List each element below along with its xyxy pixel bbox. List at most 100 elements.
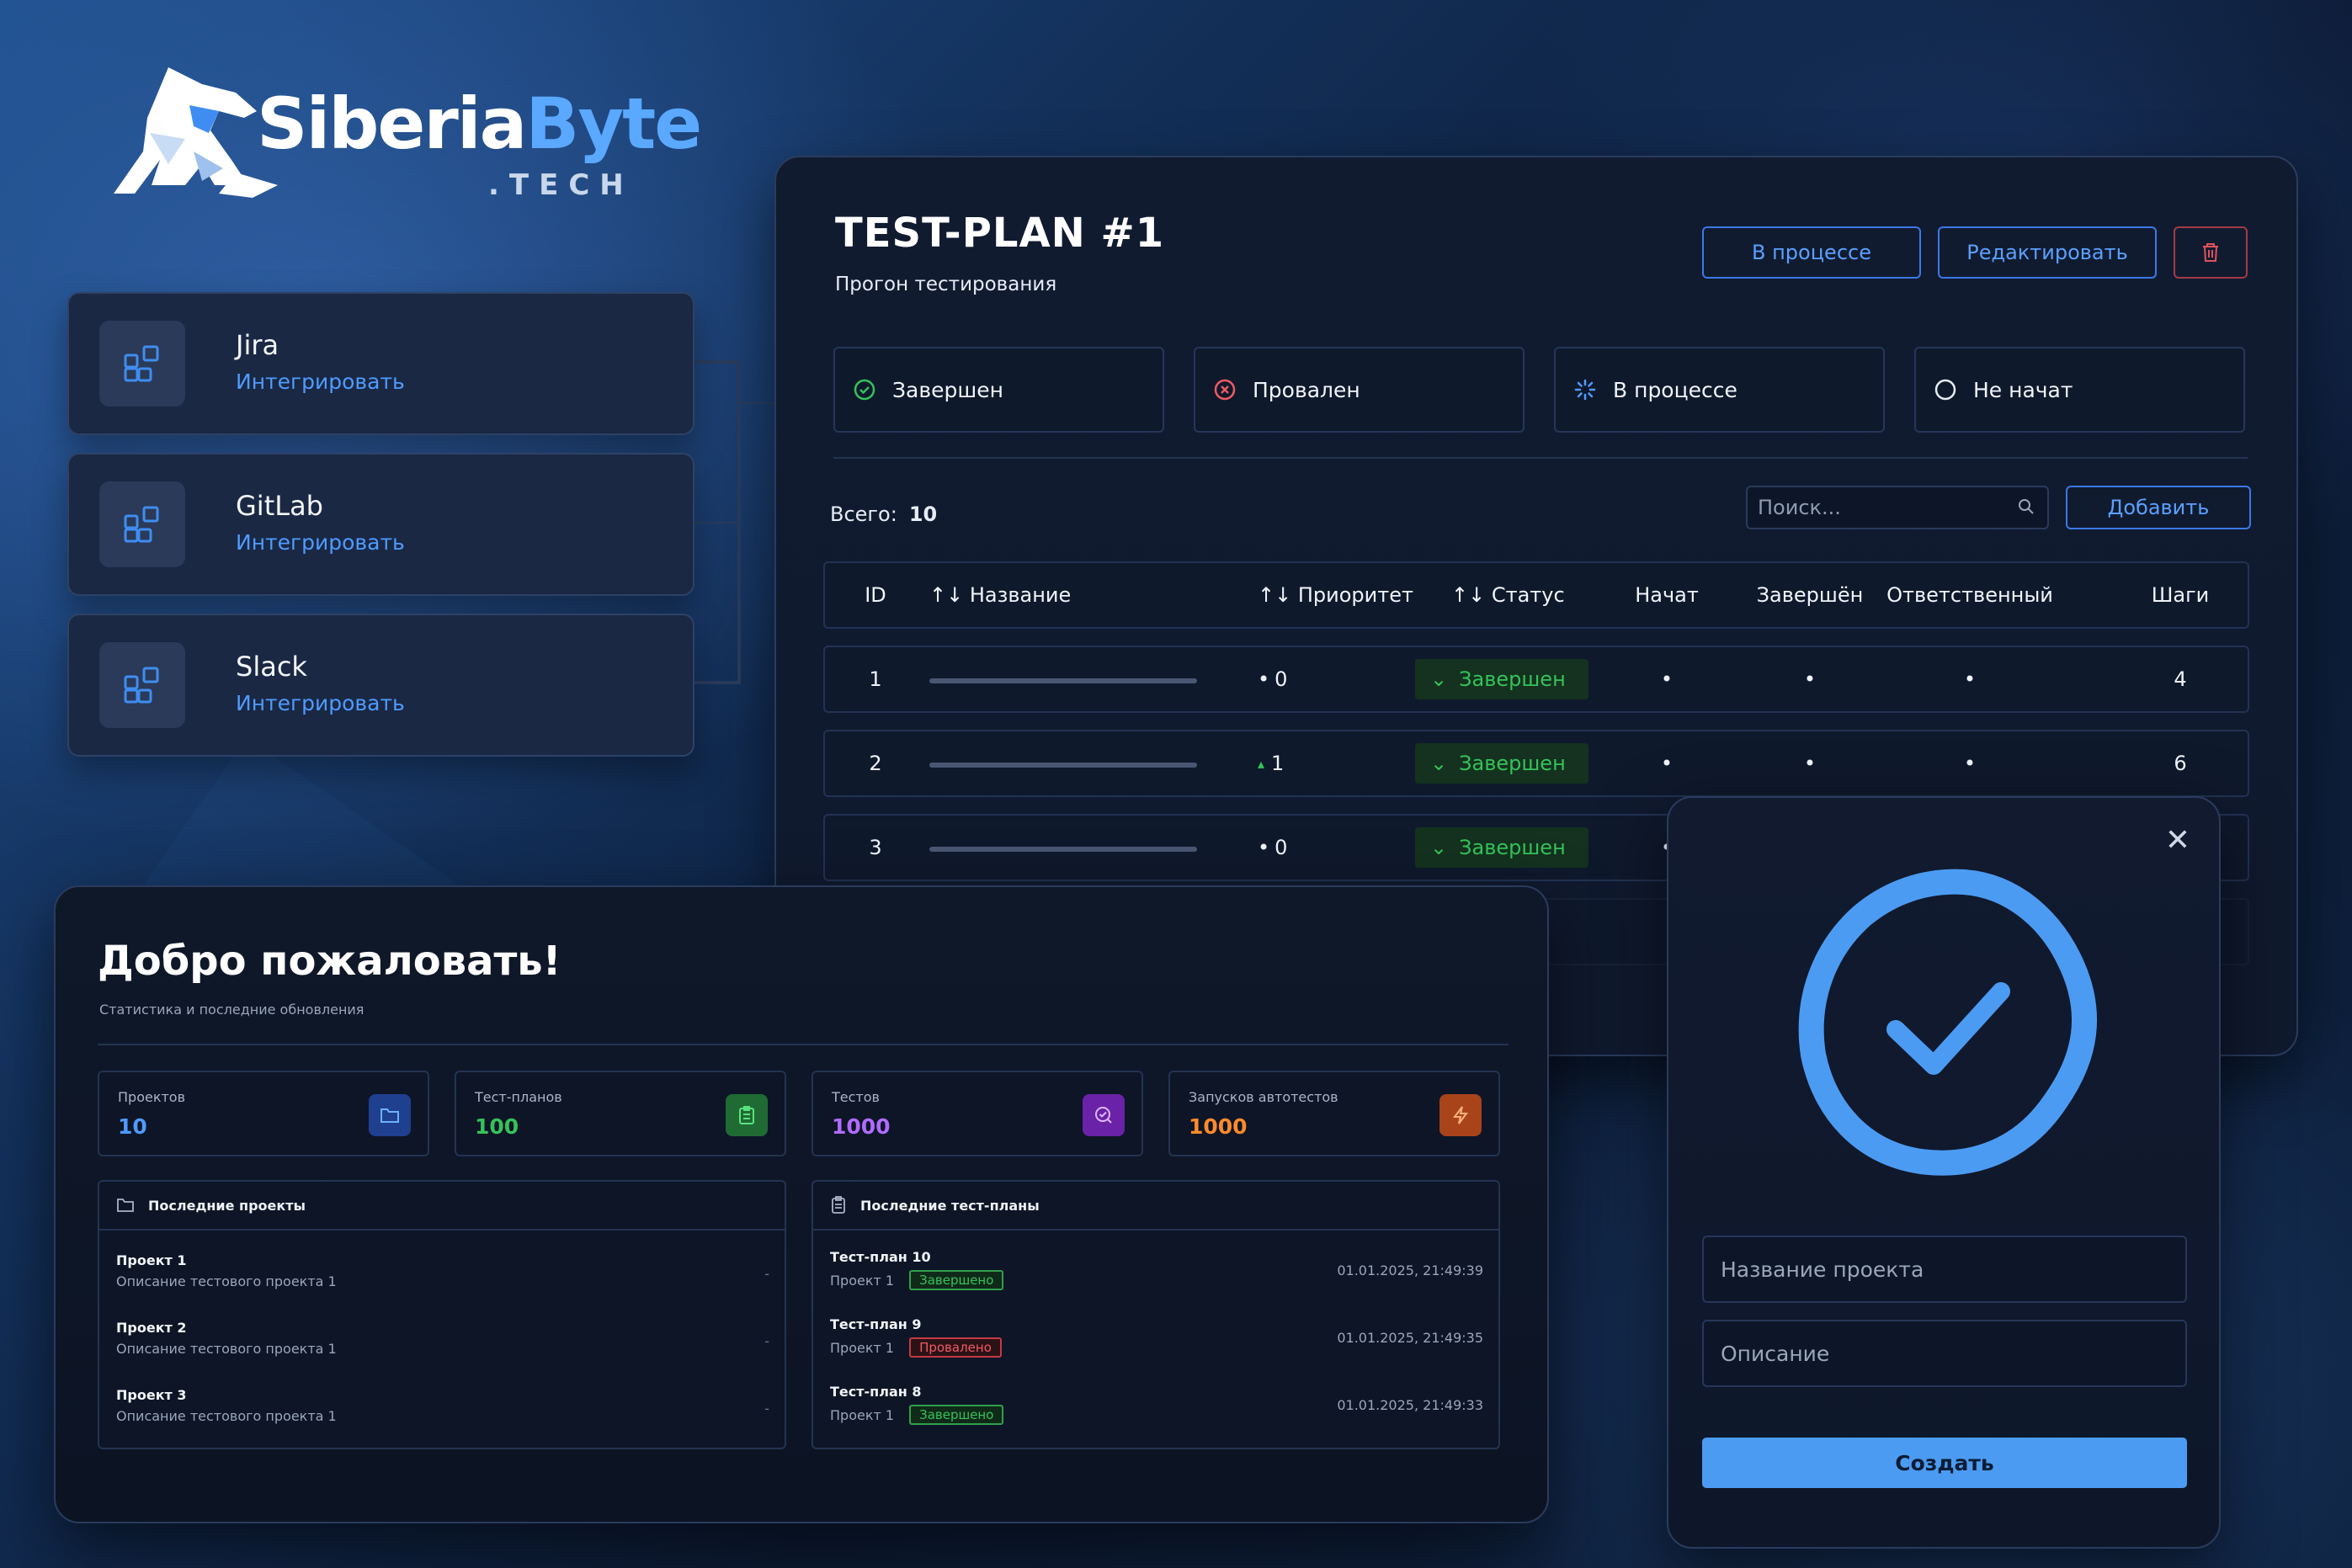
folder-icon (117, 1199, 134, 1212)
empty-circle-icon (1933, 377, 1958, 402)
name-placeholder-bar (929, 847, 1197, 852)
integrate-link[interactable]: Интегрировать (236, 691, 405, 715)
integration-icon-box (99, 481, 185, 567)
lightning-icon (1439, 1094, 1482, 1136)
status-filter-label: Не начат (1973, 377, 2073, 402)
column-header-priority[interactable]: ↑↓ Приоритет (1258, 563, 1434, 627)
row-finished: • (1803, 667, 1817, 691)
dashboard-panel: Добро пожаловать! Статистика и последние… (54, 885, 1549, 1523)
brand-name: SiberiaByte (257, 82, 702, 165)
project-name-input[interactable]: Название проекта (1702, 1236, 2187, 1303)
stat-card-autotest-runs[interactable]: Запусков автотестов 1000 (1168, 1071, 1500, 1156)
clipboard-icon (832, 1196, 845, 1214)
status-badge: ⌄ Завершен (1415, 827, 1588, 868)
apps-icon (124, 345, 159, 382)
list-item[interactable]: Проект 3 Описание тестового проекта 1 - (116, 1387, 769, 1438)
connector-middle (690, 522, 741, 524)
recent-projects-header: Последние проекты (99, 1182, 785, 1230)
status-filter-not-started[interactable]: Не начат (1914, 347, 2245, 433)
status-filter-in-progress[interactable]: В процессе (1554, 347, 1885, 433)
name-placeholder-bar (929, 678, 1197, 683)
integration-name: Slack (236, 651, 307, 683)
status-button[interactable]: В процессе (1702, 226, 1921, 279)
column-header-status[interactable]: ↑↓ Статус (1451, 563, 1620, 627)
integration-card-slack[interactable]: Slack Интегрировать (67, 614, 694, 757)
spinner-icon (1572, 377, 1598, 402)
divider (98, 1044, 1509, 1045)
row-steps: 6 (2174, 752, 2187, 775)
list-item[interactable]: Тест-план 9 Проект 1 Провалено 01.01.2025… (830, 1316, 1483, 1367)
add-button[interactable]: Добавить (2066, 486, 2251, 529)
x-circle-icon (1212, 377, 1237, 402)
create-button[interactable]: Создать (1702, 1438, 2187, 1488)
status-filter-completed[interactable]: Завершен (833, 347, 1164, 433)
integration-name: Jira (236, 329, 279, 361)
status-filter-failed[interactable]: Провален (1194, 347, 1525, 433)
delete-button[interactable] (2174, 226, 2248, 279)
recent-projects-list: Последние проекты Проект 1 Описание тест… (98, 1180, 786, 1449)
column-header-finished: Завершён (1756, 583, 1864, 607)
integrate-link[interactable]: Интегрировать (236, 530, 405, 555)
brand-suffix: .TECH (488, 168, 634, 202)
status-badge: Завершено (909, 1270, 1004, 1290)
row-priority: • 0 (1258, 836, 1288, 859)
status-filter-label: В процессе (1613, 377, 1737, 402)
row-id: 2 (869, 752, 882, 775)
row-priority: ▴ 1 (1258, 752, 1285, 775)
status-filter-label: Завершен (892, 377, 1003, 402)
list-item[interactable]: Тест-план 8 Проект 1 Завершено 01.01.2025… (830, 1384, 1483, 1434)
column-header-started: Начат (1635, 583, 1699, 607)
welcome-title: Добро пожаловать! (98, 938, 561, 985)
row-started: • (1660, 752, 1674, 775)
search-icon (2019, 499, 2034, 514)
column-header-steps: Шаги (2151, 583, 2210, 607)
recent-test-plans-list: Последние тест-планы Тест-план 10 Проект… (811, 1180, 1500, 1449)
chevron-down-icon: ⌄ (1430, 752, 1448, 775)
list-item[interactable]: Тест-план 10 Проект 1 Завершено 01.01.202… (830, 1249, 1483, 1300)
row-id: 3 (869, 836, 882, 859)
chevron-down-icon: ⌄ (1430, 836, 1448, 859)
status-badge: ⌄ Завершен (1415, 659, 1588, 699)
total-count: Всего: 10 (830, 502, 938, 526)
row-started: • (1660, 667, 1674, 691)
folder-icon (369, 1094, 411, 1136)
column-header-name[interactable]: ↑↓ Название (929, 563, 1182, 627)
search-check-icon (1083, 1094, 1125, 1136)
status-badge: Провалено (909, 1337, 1002, 1358)
row-owner: • (1963, 667, 1977, 691)
check-circle-icon (852, 377, 877, 402)
status-filter-label: Провален (1253, 377, 1360, 402)
create-project-modal: ✕ Название проекта Описание Создать (1667, 796, 2221, 1549)
row-owner: • (1963, 752, 1977, 775)
column-header-id[interactable]: ID (825, 563, 926, 627)
close-icon[interactable]: ✕ (2165, 823, 2190, 858)
page-title: TEST-PLAN #1 (835, 210, 1165, 257)
description-input[interactable]: Описание (1702, 1320, 2187, 1387)
success-badge-icon (1798, 869, 2097, 1176)
welcome-subtitle: Статистика и последние обновления (99, 1002, 365, 1018)
stat-card-tests[interactable]: Тестов 1000 (811, 1071, 1143, 1156)
integration-card-jira[interactable]: Jira Интегрировать (67, 292, 694, 435)
list-item[interactable]: Проект 2 Описание тестового проекта 1 - (116, 1320, 769, 1370)
divider (833, 457, 2248, 459)
column-header-owner: Ответственный (1886, 583, 2053, 607)
page-subtitle: Прогон тестирования (835, 274, 1057, 295)
stat-card-test-plans[interactable]: Тест-планов 100 (455, 1071, 786, 1156)
stat-card-projects[interactable]: Проектов 10 (98, 1071, 429, 1156)
table-row[interactable]: 1 • 0 ⌄ Завершен • • • 4 (823, 646, 2249, 713)
edit-button[interactable]: Редактировать (1938, 226, 2157, 279)
list-item[interactable]: Проект 1 Описание тестового проекта 1 - (116, 1252, 769, 1303)
trash-icon (2203, 243, 2218, 262)
integrate-link[interactable]: Интегрировать (236, 369, 405, 394)
row-steps: 4 (2174, 667, 2187, 691)
integration-card-gitlab[interactable]: GitLab Интегрировать (67, 453, 694, 596)
integration-icon-box (99, 321, 185, 407)
search-input[interactable]: Поиск... (1746, 486, 2049, 529)
integration-name: GitLab (236, 490, 323, 522)
status-badge: ⌄ Завершен (1415, 743, 1588, 784)
table-row[interactable]: 2 ▴ 1 ⌄ Завершен • • • 6 (823, 730, 2249, 797)
apps-icon (124, 506, 159, 543)
integration-icon-box (99, 642, 185, 728)
chevron-down-icon: ⌄ (1430, 667, 1448, 691)
row-priority: • 0 (1258, 667, 1288, 691)
